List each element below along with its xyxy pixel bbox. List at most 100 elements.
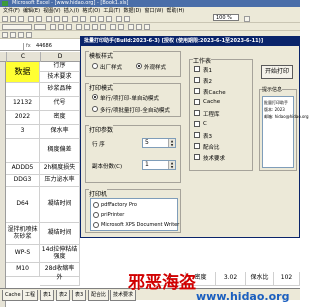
cell-requirement-0[interactable]: 砂浆品种 bbox=[40, 83, 80, 97]
start-print-button[interactable]: 开始打印 bbox=[261, 65, 293, 79]
borders-icon[interactable] bbox=[128, 24, 134, 30]
sheet-tab-mix[interactable]: 配合比 bbox=[88, 290, 110, 301]
font-color-icon[interactable] bbox=[144, 24, 150, 30]
italic-icon[interactable] bbox=[58, 24, 64, 30]
spin-arrows-icon[interactable]: ▲ ▼ bbox=[168, 161, 175, 169]
menu-item-insert[interactable]: 插入(I) bbox=[64, 8, 79, 14]
worksheet-checkbox-3[interactable] bbox=[194, 99, 200, 105]
menu-item-format[interactable]: 格式(O) bbox=[82, 8, 100, 14]
cell-requirement-4[interactable]: 稠度偏差 bbox=[40, 139, 80, 163]
printer-item-pdffactory[interactable]: pdfFactory Pro bbox=[101, 202, 137, 208]
cell-requirement-1[interactable]: 代号 bbox=[40, 97, 80, 111]
sum-icon[interactable] bbox=[90, 16, 96, 22]
formula-input[interactable]: 44686 bbox=[36, 43, 52, 50]
cell-data-10[interactable]: M10 bbox=[6, 263, 40, 277]
worksheet-item-3[interactable]: Cache bbox=[203, 99, 220, 105]
printer-item-priprinter[interactable]: priPrinter bbox=[101, 212, 124, 218]
align-center-icon[interactable] bbox=[84, 24, 90, 30]
save-icon[interactable] bbox=[18, 16, 24, 22]
cell-bottom-0[interactable]: 外 bbox=[40, 272, 80, 286]
cell-requirement-3[interactable]: 保水率 bbox=[40, 125, 80, 139]
mode-radio-single[interactable] bbox=[92, 94, 98, 100]
fill-color-icon[interactable] bbox=[136, 24, 142, 30]
menu-item-view[interactable]: 视图(V) bbox=[43, 8, 60, 14]
worksheet-checkbox-8[interactable] bbox=[194, 154, 200, 160]
font-select[interactable] bbox=[2, 24, 32, 30]
cell-data-5[interactable]: ADDD5 bbox=[6, 163, 40, 175]
menu-item-edit[interactable]: 编辑(E) bbox=[23, 8, 40, 14]
filter-icon[interactable] bbox=[18, 32, 24, 38]
worksheet-item-8[interactable]: 技术要求 bbox=[203, 154, 225, 162]
comma-icon[interactable] bbox=[118, 24, 124, 30]
hyperlink-icon[interactable] bbox=[10, 32, 16, 38]
cell-requirement-8[interactable]: 凝结时间 bbox=[40, 223, 80, 245]
template-radio-appearance[interactable] bbox=[136, 63, 142, 69]
worksheet-checkbox-1[interactable] bbox=[194, 77, 200, 83]
align-left-icon[interactable] bbox=[76, 24, 82, 30]
cell-data-9[interactable]: WP-S bbox=[6, 245, 40, 263]
sort-desc-icon[interactable] bbox=[106, 16, 112, 22]
worksheet-checkbox-7[interactable] bbox=[194, 143, 200, 149]
row-order-stepper[interactable]: 5 ▲ ▼ bbox=[142, 138, 176, 148]
cell-requirement-2[interactable]: 密度 bbox=[40, 111, 80, 125]
cell-data-2[interactable]: 2022 bbox=[6, 111, 40, 125]
new-file-icon[interactable] bbox=[2, 16, 8, 22]
cell-requirement-7[interactable]: 凝结时间 bbox=[40, 187, 80, 223]
cell-data-7[interactable]: D64 bbox=[6, 187, 40, 223]
cut-icon[interactable] bbox=[46, 16, 52, 22]
zoom-select[interactable]: 100 % bbox=[213, 14, 239, 21]
format-painter-icon[interactable] bbox=[2, 32, 8, 38]
worksheet-item-1[interactable]: 表2 bbox=[203, 77, 212, 85]
worksheet-checkbox-2[interactable] bbox=[194, 88, 200, 94]
cell-header-tech[interactable]: 技术要求 bbox=[40, 72, 80, 83]
cell-bottom-3[interactable]: 3.02 bbox=[216, 272, 246, 286]
merge-center-icon[interactable] bbox=[100, 24, 106, 30]
copies-stepper[interactable]: 1 ▲ ▼ bbox=[142, 160, 176, 170]
zoom-icon[interactable] bbox=[26, 32, 32, 38]
cell-requirement-6[interactable]: 压力泌水率 bbox=[40, 175, 80, 187]
cell-data-1[interactable]: 12132 bbox=[6, 97, 40, 111]
worksheet-checkbox-0[interactable] bbox=[194, 66, 200, 72]
spin-arrows-icon[interactable]: ▲ ▼ bbox=[168, 139, 175, 147]
mode-option-single[interactable]: 单行/项打印-单自动模式 bbox=[100, 94, 159, 102]
underline-icon[interactable] bbox=[66, 24, 72, 30]
bold-icon[interactable] bbox=[50, 24, 56, 30]
cell-header-row-order[interactable]: 行序 bbox=[40, 62, 80, 72]
redo-icon[interactable] bbox=[80, 16, 86, 22]
sheet-tab-3[interactable]: 表3 bbox=[72, 290, 87, 301]
cell-data-8[interactable]: 湿拌机喷抹灰砂浆 bbox=[6, 223, 40, 245]
menu-item-window[interactable]: 窗口(W) bbox=[144, 8, 163, 14]
sheet-tab-2[interactable]: 表2 bbox=[56, 290, 71, 301]
percent-icon[interactable] bbox=[110, 24, 116, 30]
worksheet-item-7[interactable]: 配合比 bbox=[203, 143, 220, 151]
worksheet-checkbox-4[interactable] bbox=[194, 110, 200, 116]
worksheet-item-5[interactable]: C bbox=[203, 121, 207, 127]
menu-item-help[interactable]: 帮助(H) bbox=[167, 8, 185, 14]
worksheet-item-0[interactable]: 表1 bbox=[203, 66, 212, 74]
info-textbox[interactable]: 批量打印助手 版本: 2023 邮箱: hidao@hidao.org bbox=[262, 96, 309, 168]
mode-radio-batch[interactable] bbox=[92, 106, 98, 112]
worksheet-checkbox-5[interactable] bbox=[194, 121, 200, 127]
name-box[interactable] bbox=[0, 43, 24, 50]
worksheet-item-6[interactable]: 表3 bbox=[203, 132, 212, 140]
cell-data-6[interactable]: DDG3 bbox=[6, 175, 40, 187]
cell-data-4[interactable] bbox=[6, 139, 40, 163]
menu-item-file[interactable]: 文件(F) bbox=[3, 8, 20, 14]
cell-bottom-5[interactable]: 102 bbox=[274, 272, 300, 286]
chart-icon[interactable] bbox=[116, 16, 122, 22]
undo-icon[interactable] bbox=[72, 16, 78, 22]
printer-list[interactable]: pdfFactory Pro priPrinter Microsoft XPS … bbox=[90, 198, 179, 231]
printer-radio-1[interactable] bbox=[93, 212, 99, 218]
worksheet-item-4[interactable]: 工程库 bbox=[203, 110, 220, 118]
drawing-icon[interactable] bbox=[124, 16, 130, 22]
sheet-tab-project[interactable]: 工程 bbox=[22, 290, 39, 301]
column-header-d[interactable]: D bbox=[40, 52, 81, 62]
template-radio-factory[interactable] bbox=[92, 63, 98, 69]
printer-radio-0[interactable] bbox=[93, 202, 99, 208]
sheet-tab-cache[interactable]: Cache bbox=[2, 290, 24, 301]
help-icon[interactable] bbox=[244, 16, 250, 22]
print-preview-icon[interactable] bbox=[36, 16, 42, 22]
mode-option-batch[interactable]: 多行/项批量打印-全自动模式 bbox=[100, 106, 170, 114]
sort-asc-icon[interactable] bbox=[98, 16, 104, 22]
template-option-factory[interactable]: 出厂样式 bbox=[100, 63, 122, 71]
